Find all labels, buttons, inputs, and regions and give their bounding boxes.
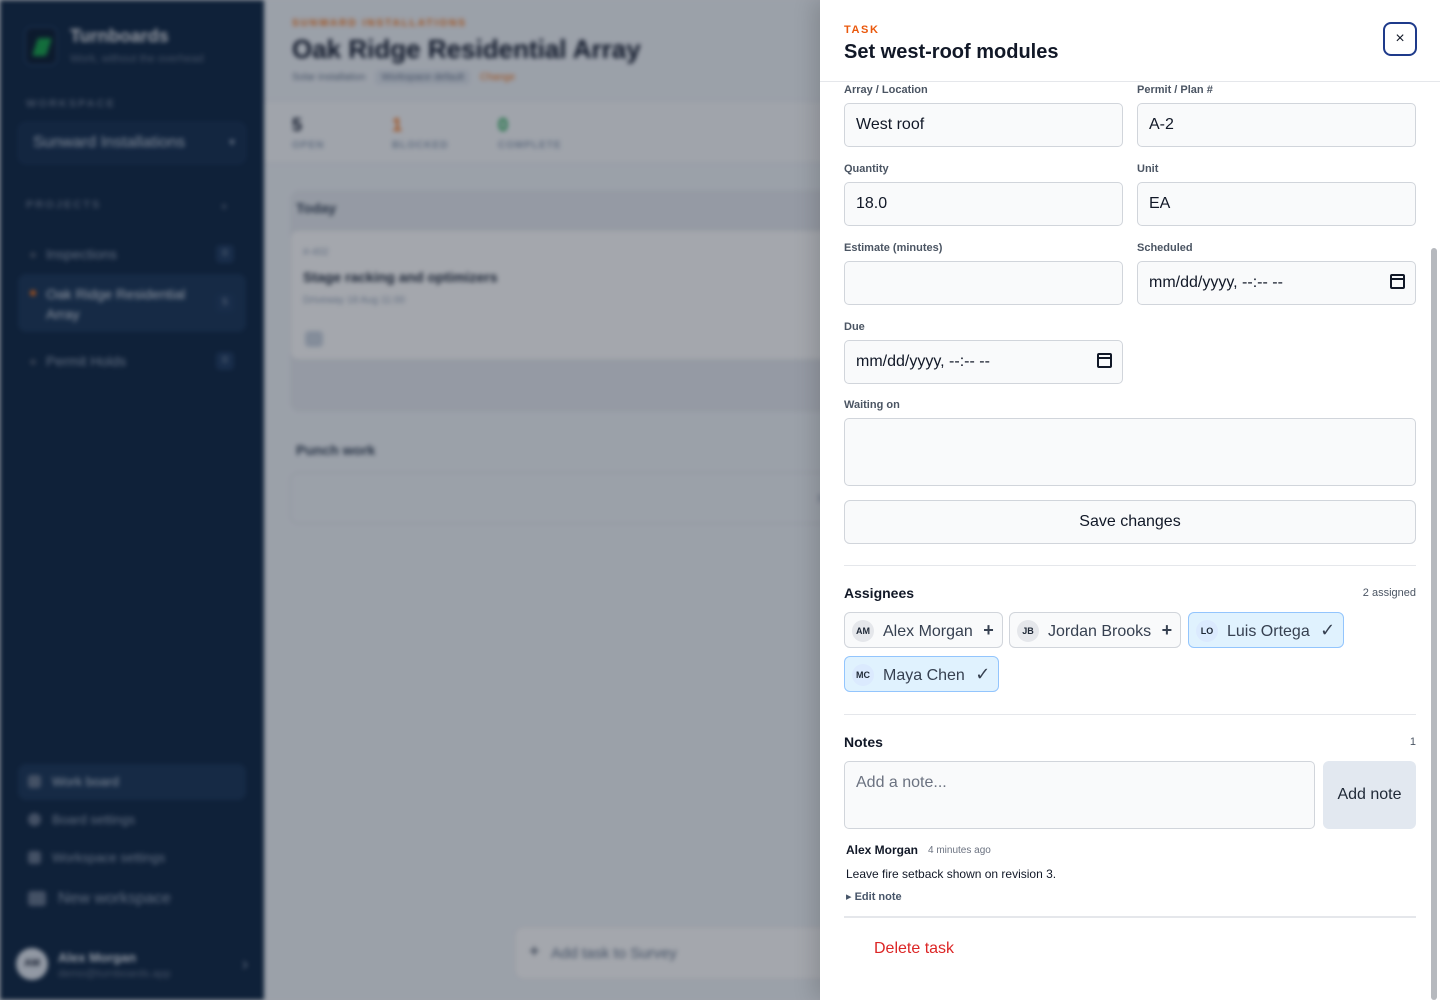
scheduled-value: mm/dd/yyyy, --:-- -- — [1149, 274, 1283, 291]
scheduled-label: Scheduled — [1137, 242, 1193, 254]
note-timestamp: 4 minutes ago — [928, 845, 991, 856]
drawer-kicker: TASK — [844, 24, 880, 36]
avatar: JB — [1017, 620, 1039, 642]
note-text: Leave fire setback shown on revision 3. — [846, 867, 1057, 881]
divider — [844, 916, 1416, 918]
edit-note-toggle[interactable]: ▸ Edit note — [846, 890, 902, 903]
task-drawer: TASK Set west-roof modules × Array / Loc… — [820, 0, 1440, 1000]
close-button[interactable]: × — [1383, 22, 1417, 56]
notes-heading: Notes — [844, 734, 883, 750]
delete-task-button[interactable]: Delete task — [874, 940, 954, 958]
add-note-button[interactable]: Add note — [1323, 761, 1416, 829]
assignee-name: Alex Morgan — [883, 623, 973, 640]
calendar-icon[interactable] — [1390, 274, 1405, 289]
waiting-on-textarea[interactable] — [844, 418, 1416, 486]
divider — [844, 714, 1416, 715]
array-location-input[interactable]: West roof — [844, 103, 1123, 147]
array-location-label: Array / Location — [844, 84, 928, 96]
check-icon: ✓ — [1320, 620, 1336, 640]
save-changes-button[interactable]: Save changes — [844, 500, 1416, 544]
due-datetime-input[interactable]: mm/dd/yyyy, --:-- -- — [844, 340, 1123, 384]
quantity-label: Quantity — [844, 163, 889, 175]
modal-backdrop[interactable] — [0, 0, 820, 1000]
estimate-input[interactable] — [844, 261, 1123, 305]
unit-input[interactable]: EA — [1137, 182, 1416, 226]
assignee-chip-jordan-brooks[interactable]: JB Jordan Brooks + — [1009, 612, 1182, 648]
assignee-name: Jordan Brooks — [1048, 623, 1152, 640]
divider — [844, 565, 1416, 566]
due-value: mm/dd/yyyy, --:-- -- — [856, 353, 990, 370]
avatar: AM — [852, 620, 874, 642]
avatar: MC — [852, 664, 874, 686]
estimate-label: Estimate (minutes) — [844, 242, 943, 254]
plus-icon: + — [1161, 620, 1173, 640]
plus-icon: + — [983, 620, 994, 640]
app-root: Turnboards Work, without the overhead WO… — [0, 0, 1440, 1000]
assignees-heading: Assignees — [844, 585, 915, 601]
unit-label: Unit — [1137, 163, 1159, 175]
quantity-input[interactable]: 18.0 — [844, 182, 1123, 226]
assignee-chip-maya-chen[interactable]: MC Maya Chen ✓ — [844, 656, 1000, 692]
assignee-name: Maya Chen — [883, 667, 965, 684]
add-note-textarea[interactable]: Add a note... — [844, 761, 1315, 829]
assignee-chip-luis-ortega[interactable]: LO Luis Ortega ✓ — [1188, 612, 1345, 648]
scheduled-datetime-input[interactable]: mm/dd/yyyy, --:-- -- — [1137, 261, 1416, 305]
assignee-name: Luis Ortega — [1227, 623, 1310, 640]
calendar-icon[interactable] — [1097, 353, 1112, 368]
assignees-count: 2 assigned — [1362, 587, 1416, 599]
close-icon: × — [1395, 30, 1405, 47]
drawer-header: TASK Set west-roof modules × — [820, 0, 1440, 82]
due-label: Due — [844, 321, 865, 333]
check-icon: ✓ — [975, 664, 991, 684]
notes-count: 1 — [1409, 736, 1416, 748]
drawer-scrollbar[interactable] — [1431, 248, 1437, 1000]
waiting-on-label: Waiting on — [844, 399, 900, 411]
permit-plan-input[interactable]: A-2 — [1137, 103, 1416, 147]
avatar: LO — [1196, 620, 1218, 642]
note-author: Alex Morgan — [846, 843, 919, 857]
assignee-chip-alex-morgan[interactable]: AM Alex Morgan + — [844, 612, 1003, 648]
drawer-title: Set west-roof modules — [844, 41, 1059, 63]
permit-plan-label: Permit / Plan # — [1137, 84, 1213, 96]
drawer-body: Array / Location West roof Permit / Plan… — [820, 82, 1440, 1000]
